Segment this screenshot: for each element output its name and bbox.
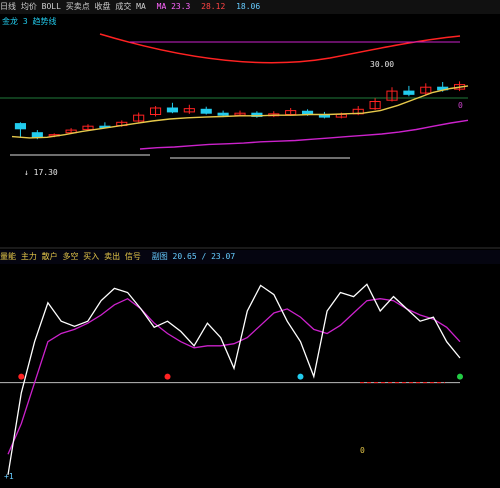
- upper-panel-marks: [11, 81, 469, 150]
- signal-marker: [18, 373, 25, 380]
- magenta-indicator-line: [7, 297, 461, 455]
- white-indicator-line: [7, 283, 461, 475]
- candle-body: [403, 90, 415, 95]
- signal-marker: [297, 373, 304, 380]
- upper-panel-lines: [0, 33, 500, 249]
- candle-body: [200, 108, 212, 114]
- signal-marker: [457, 373, 463, 380]
- candle-body: [217, 112, 229, 116]
- lower-panel-marks: [0, 283, 463, 475]
- signal-marker: [164, 373, 171, 380]
- lower-trend-line: [139, 119, 469, 150]
- candle-body: [166, 107, 179, 113]
- candle-body: [31, 132, 43, 138]
- candle-body: [14, 123, 27, 130]
- red-arc-line: [99, 33, 461, 64]
- chart-canvas: [0, 33, 500, 475]
